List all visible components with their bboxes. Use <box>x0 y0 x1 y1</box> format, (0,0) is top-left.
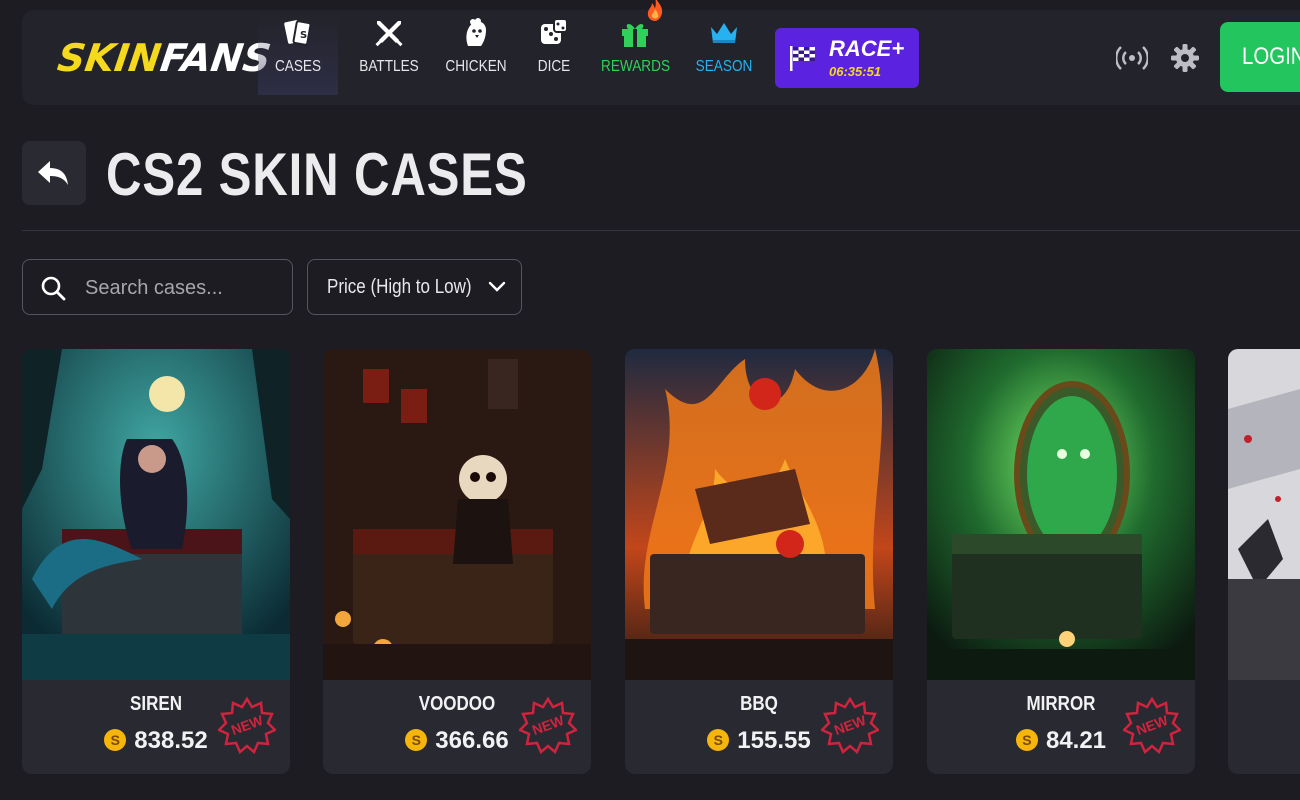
svg-text:S: S <box>300 30 307 41</box>
nav-item-chicken[interactable]: CHICKEN <box>436 14 516 84</box>
checkered-flag-icon <box>790 46 815 71</box>
search-icon <box>41 276 66 301</box>
live-broadcast-icon[interactable] <box>1116 42 1148 74</box>
nav-item-dice[interactable]: DICE <box>514 14 594 84</box>
nav-label-rewards: REWARDS <box>601 58 671 75</box>
voodoo-case-image <box>323 349 591 680</box>
case-card-siren[interactable]: SIREN S 838.52 NEW <box>22 349 290 774</box>
crossed-swords-icon <box>375 21 403 47</box>
nav-label-chicken: CHICKEN <box>445 58 507 75</box>
gear-icon[interactable] <box>1169 42 1201 74</box>
sort-dropdown[interactable]: Price (High to Low) <box>307 259 522 315</box>
coin-icon: S <box>104 729 127 751</box>
svg-text:NEW: NEW <box>832 712 869 738</box>
page-title: CS2 SKIN CASES <box>106 141 528 208</box>
svg-text:NEW: NEW <box>1134 712 1171 738</box>
back-button[interactable] <box>22 141 86 205</box>
case-card-voodoo[interactable]: VOODOO S 366.66 NEW <box>323 349 591 774</box>
chevron-down-icon <box>488 281 506 292</box>
svg-text:NEW: NEW <box>229 712 266 738</box>
case-card-partial[interactable] <box>1228 349 1300 774</box>
chicken-icon <box>466 18 486 46</box>
nav-label-season: SEASON <box>695 58 753 75</box>
login-button[interactable]: LOGIN <box>1220 22 1300 92</box>
mirror-case-image <box>927 349 1195 680</box>
coin-icon: S <box>405 729 428 751</box>
nav-item-season[interactable]: SEASON <box>684 14 764 84</box>
header-divider <box>22 230 1300 231</box>
case-price-value: 155.55 <box>737 727 811 754</box>
nav-label-battles: BATTLES <box>359 58 419 75</box>
case-card-bbq[interactable]: BBQ S 155.55 NEW <box>625 349 893 774</box>
skinfans-logo[interactable]: SKINFANS <box>55 36 274 80</box>
nav-item-rewards[interactable]: REWARDS <box>595 14 675 84</box>
new-badge: NEW <box>218 696 276 754</box>
bbq-case-image <box>625 349 893 680</box>
case-price-value: 84.21 <box>1045 727 1107 754</box>
new-badge: NEW <box>1123 696 1181 754</box>
race-timer: 06:35:51 <box>829 64 882 79</box>
case-price-value: 366.66 <box>435 727 509 754</box>
crown-icon <box>711 23 737 43</box>
nav-item-battles[interactable]: BATTLES <box>349 14 429 84</box>
gift-icon <box>622 24 648 47</box>
case-card-mirror[interactable]: MIRROR S 84.21 NEW <box>927 349 1195 774</box>
coin-icon: S <box>1015 729 1038 751</box>
login-label: LOGIN <box>1242 43 1300 70</box>
coin-icon: S <box>707 729 730 751</box>
sort-selected-value: Price (High to Low) <box>327 276 472 298</box>
svg-text:NEW: NEW <box>530 712 567 738</box>
case-image-partial <box>1228 349 1300 680</box>
back-arrow-icon <box>38 161 68 185</box>
search-input[interactable] <box>85 274 275 302</box>
nav-label-dice: DICE <box>537 58 571 75</box>
nav-label-cases: CASES <box>274 58 322 75</box>
search-box[interactable] <box>22 259 293 315</box>
new-badge: NEW <box>519 696 577 754</box>
case-price-value: 838.52 <box>134 727 208 754</box>
race-button[interactable]: RACE+ 06:35:51 <box>775 28 919 88</box>
new-badge: NEW <box>821 696 879 754</box>
cards-icon: S <box>284 20 312 46</box>
race-title: RACE+ <box>829 36 905 61</box>
logo-part-fans: FANS <box>157 36 274 80</box>
dice-icon <box>541 18 568 44</box>
nav-item-cases[interactable]: S CASES <box>258 14 338 95</box>
logo-part-skin: SKIN <box>54 36 164 80</box>
siren-case-image <box>22 349 290 680</box>
